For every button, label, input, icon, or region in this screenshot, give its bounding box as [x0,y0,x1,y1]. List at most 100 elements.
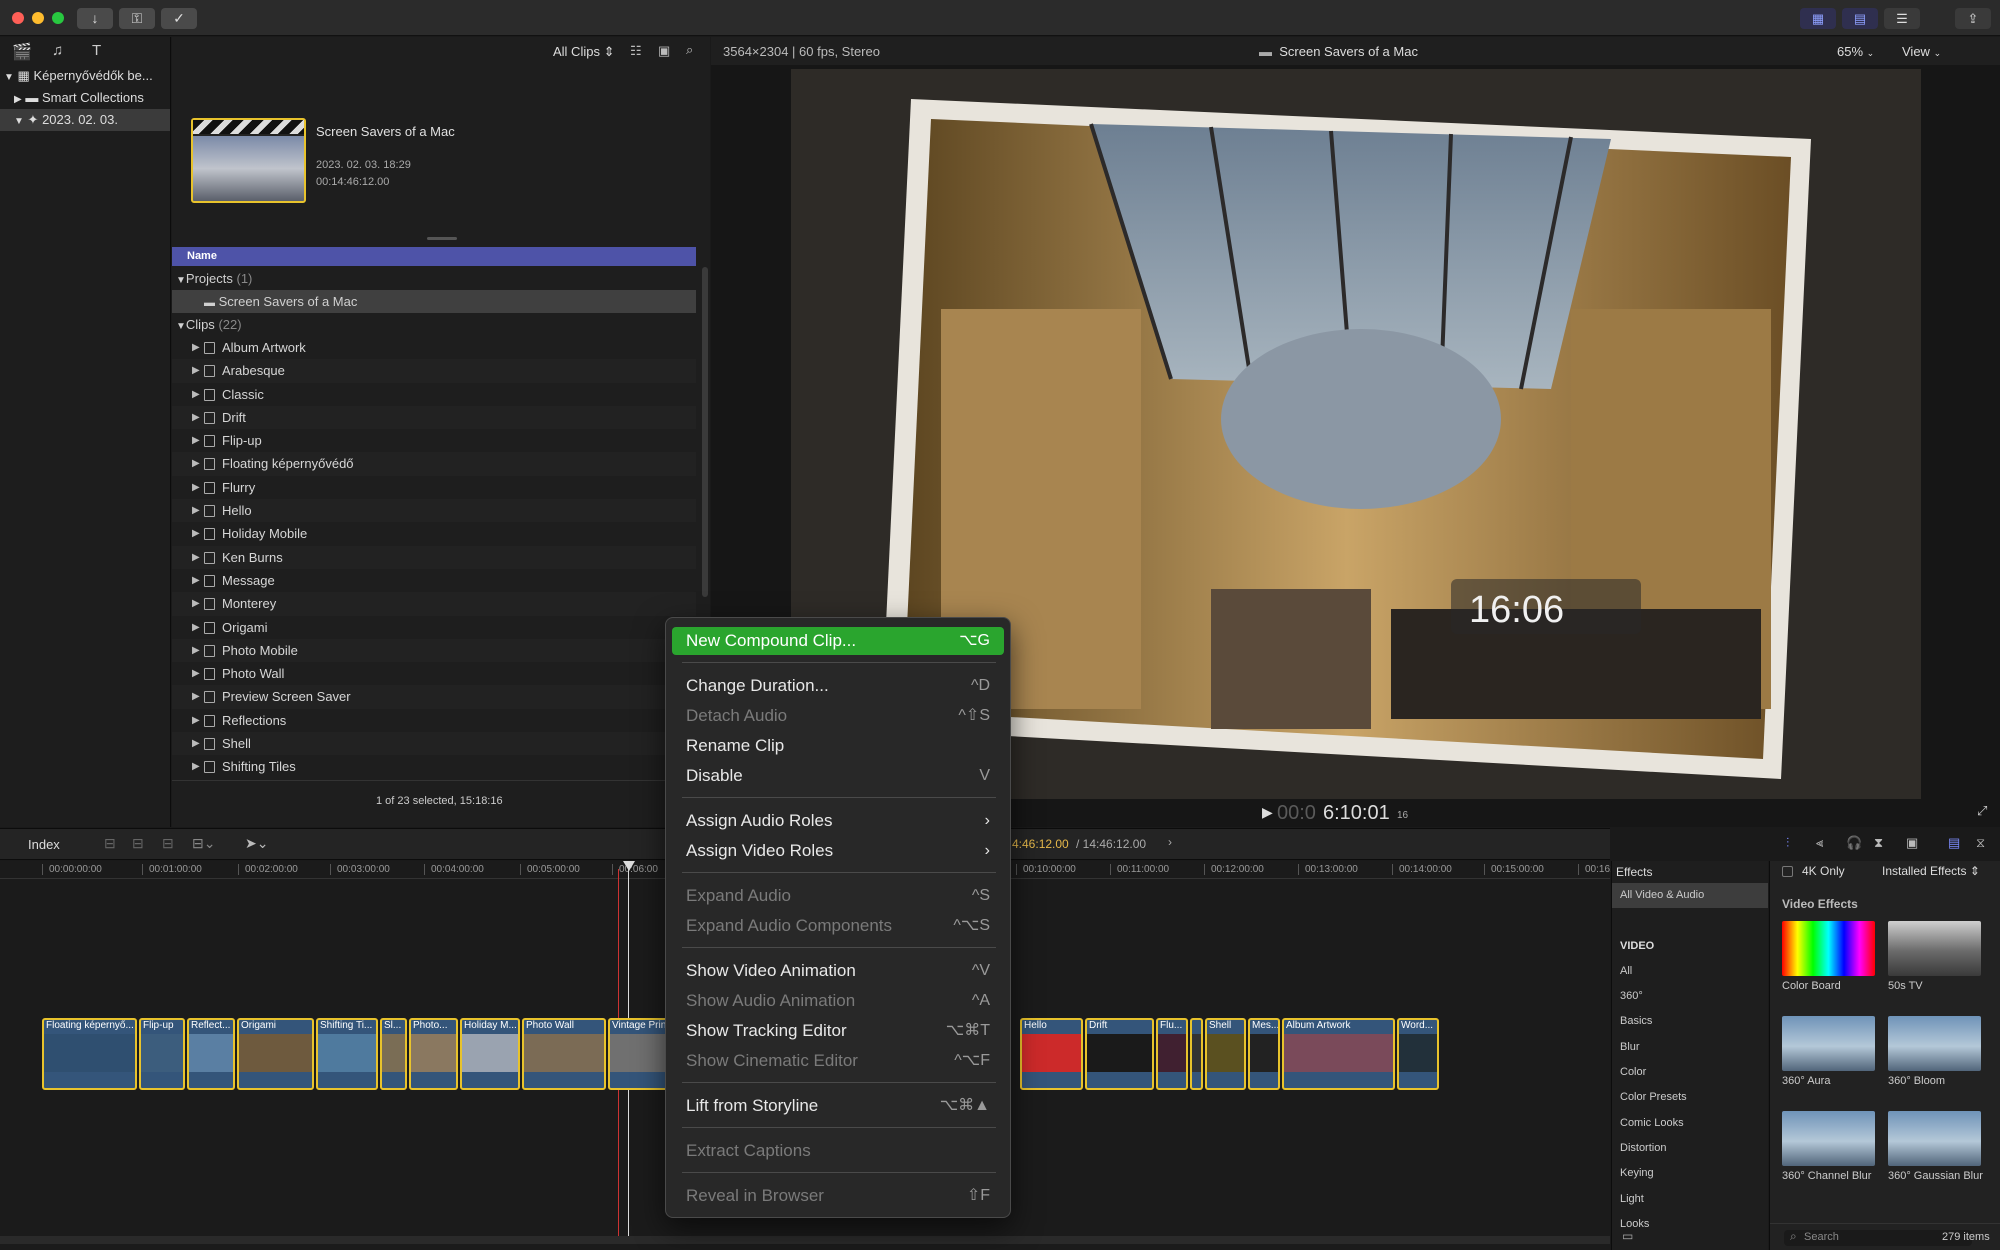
clip-row[interactable]: ▶ Photo Mobile [172,638,696,663]
play-button[interactable]: ▶ [1262,804,1273,821]
timeline-clip[interactable]: Reflect... [187,1018,235,1090]
effects-category[interactable]: Color Presets [1612,1085,1768,1110]
four-k-checkbox[interactable] [1782,866,1793,877]
close-window-button[interactable] [12,12,24,24]
clip-appearance-icon[interactable]: ☷ [630,43,642,59]
fullscreen-icon[interactable]: ⤢ [1977,803,1987,819]
event-item[interactable]: ▼ ✦ 2023. 02. 03. [0,109,170,131]
inspector-toggle-icon[interactable]: ☰ [1884,8,1920,29]
disclosure-icon[interactable]: ▶ [14,94,22,105]
effect-tile[interactable] [1888,1111,1981,1166]
timeline-clip[interactable]: Photo... [409,1018,458,1090]
menu-item-show-tracking-editor[interactable]: Show Tracking Editor ⌥⌘T [672,1017,1004,1045]
timeline-clip[interactable]: Album Artwork [1282,1018,1395,1090]
timeline-clip[interactable]: Flu... [1156,1018,1188,1090]
disclosure-icon[interactable]: ▶ [192,522,200,545]
disclosure-icon[interactable]: ▼ [4,72,14,83]
clip-row[interactable]: ▶ Floating képernyővédő [172,452,696,476]
timeline-clip[interactable]: Hello [1020,1018,1083,1090]
snapping-icon[interactable]: ⧗ [1874,835,1883,851]
background-tasks-button[interactable]: ✓ [161,8,197,29]
timeline-clip[interactable]: Flip-up [139,1018,185,1090]
effects-category[interactable]: Basics [1612,1009,1768,1034]
clip-row[interactable]: ▶ Message [172,569,696,592]
resize-handle[interactable] [427,237,457,240]
disclosure-icon[interactable]: ▶ [192,662,200,685]
clip-filter-select[interactable]: All Clips ⇕ [553,44,615,60]
index-button[interactable]: Index [28,837,60,852]
library-item[interactable]: ▼ ▦ Képernyővédők be... [0,65,170,87]
sidebar-toggle-icon[interactable]: ▭ [1622,1229,1633,1243]
disclosure-icon[interactable]: ▶ [192,383,200,406]
clip-row[interactable]: ▶ Photo Wall [172,662,696,685]
timeline-clip[interactable]: Origami [237,1018,314,1090]
menu-item-lift-from-storyline[interactable]: Lift from Storyline ⌥⌘▲ [672,1092,1004,1120]
timeline-clip[interactable]: Photo Wall [522,1018,606,1090]
effects-category[interactable]: Keying [1612,1161,1768,1186]
clip-appearance-icon[interactable]: ▣ [1906,835,1918,851]
clip-row[interactable]: ▶ Preview Screen Saver [172,685,696,709]
disclosure-icon[interactable]: ▶ [192,546,200,569]
timeline-clip[interactable] [1190,1018,1203,1090]
project-thumbnail[interactable] [191,118,306,203]
disclosure-icon[interactable]: ▶ [192,452,200,475]
clip-row[interactable]: ▶ Flurry [172,476,696,499]
effects-category[interactable]: VIDEO [1612,934,1768,959]
timeline-clip[interactable]: Shell [1205,1018,1246,1090]
installed-effects-select[interactable]: Installed Effects ⇕ [1882,864,1980,878]
menu-item-change-duration[interactable]: Change Duration... ^D [672,672,1004,700]
view-select[interactable]: View ⌄ [1902,44,1941,59]
browser-scrollbar[interactable] [702,267,708,597]
smart-collections-item[interactable]: ▶ ▬ Smart Collections [0,87,170,109]
disclosure-icon[interactable]: ▼ [14,116,24,127]
effect-tile[interactable] [1782,1111,1875,1166]
audio-skimming-icon[interactable]: ⫷ [1816,835,1823,851]
clip-row[interactable]: ▶ Reflections [172,709,696,732]
menu-item-rename-clip[interactable]: Rename Clip [672,732,1004,760]
timeline-clip[interactable]: Floating képernyő... [42,1018,137,1090]
effect-tile[interactable] [1782,921,1875,976]
clip-row[interactable]: ▶ Shell [172,732,696,756]
clip-row[interactable]: ▶ Flip-up [172,429,696,452]
disclosure-icon[interactable]: ▶ [192,499,200,522]
timeline-clip[interactable]: Holiday M... [460,1018,520,1090]
append-clip-icon[interactable]: ⊟ [162,835,174,852]
disclosure-icon[interactable]: ▼ [176,321,186,332]
name-column-header[interactable]: Name [172,247,696,266]
minimize-window-button[interactable] [32,12,44,24]
connect-clip-icon[interactable]: ⊟ [104,835,116,852]
clip-row[interactable]: ▶ Arabesque [172,359,696,383]
effects-browser-icon[interactable]: ▤ [1948,835,1960,851]
menu-item-assign-audio-roles[interactable]: Assign Audio Roles › [672,807,1004,835]
disclosure-icon[interactable]: ▶ [192,732,200,755]
menu-item-new-compound-clip[interactable]: New Compound Clip... ⌥G [672,627,1004,655]
disclosure-icon[interactable]: ▼ [176,275,186,286]
timeline-clip[interactable]: Vintage Prin... [608,1018,668,1090]
clip-row[interactable]: ▶ Holiday Mobile [172,522,696,545]
insert-clip-icon[interactable]: ⊟ [132,835,144,852]
disclosure-icon[interactable]: ▶ [192,685,200,708]
disclosure-icon[interactable]: ▶ [192,359,200,382]
timeline-clip[interactable]: Mes... [1248,1018,1280,1090]
titles-generators-icon[interactable]: T [92,42,101,59]
import-button[interactable]: ↓ [77,8,113,29]
disclosure-icon[interactable]: ▶ [192,569,200,592]
zoom-window-button[interactable] [52,12,64,24]
zoom-select[interactable]: 65% ⌄ [1837,44,1874,59]
effect-tile[interactable] [1888,1016,1981,1071]
video-waveform-icon[interactable]: ⫶ [1786,835,1789,851]
timeline-clip[interactable]: Drift [1085,1018,1154,1090]
menu-item-show-video-animation[interactable]: Show Video Animation ^V [672,957,1004,985]
disclosure-icon[interactable]: ▶ [192,616,200,639]
disclosure-icon[interactable]: ▶ [192,336,200,359]
effects-category[interactable]: All [1612,959,1768,984]
disclosure-icon[interactable]: ▶ [192,406,200,429]
timeline-clip[interactable]: Word... [1397,1018,1439,1090]
timeline-scrollbar[interactable] [0,1236,1610,1244]
browser-layout-icon[interactable]: ▦ [1800,8,1836,29]
headphones-icon[interactable]: 🎧 [1846,835,1862,851]
effects-category[interactable]: Color [1612,1060,1768,1085]
effects-category[interactable]: Looks [1612,1212,1768,1237]
effects-category[interactable]: Blur [1612,1035,1768,1060]
timeline-clip[interactable]: Sl... [380,1018,407,1090]
